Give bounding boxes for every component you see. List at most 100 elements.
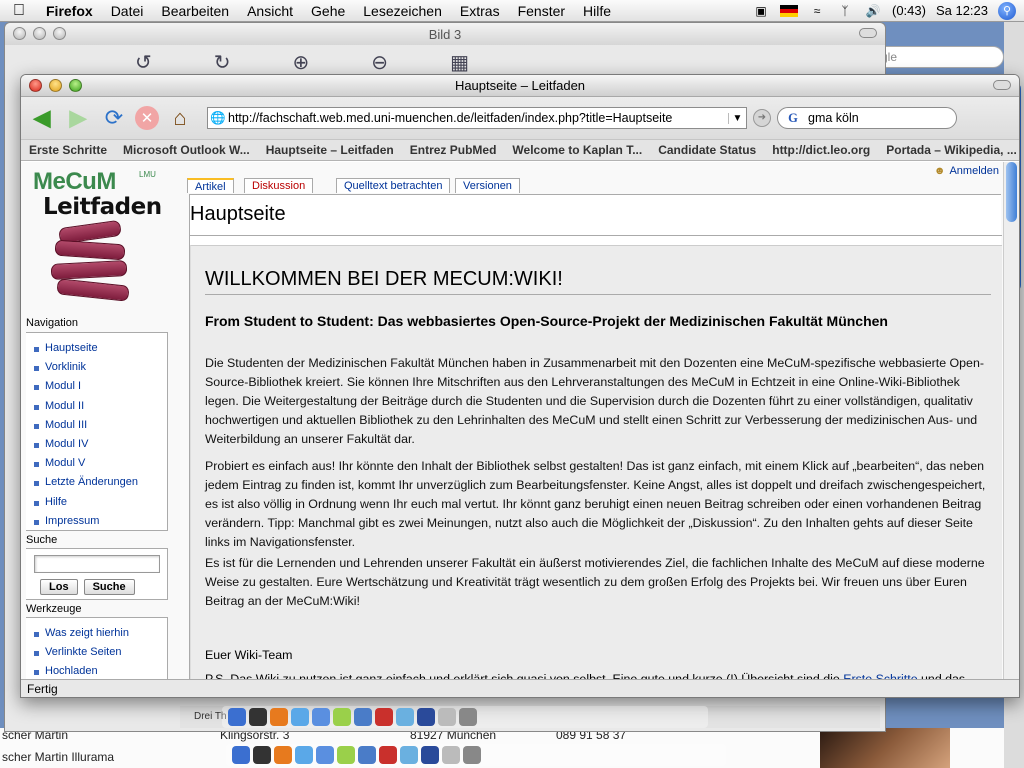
menu-ansicht[interactable]: Ansicht: [238, 3, 302, 19]
firefox-window: Hauptseite – Leitfaden ◀ ▶ ⟳ ✕ ⌂ 🌐 http:…: [20, 74, 1020, 698]
menu-lesezeichen[interactable]: Lesezeichen: [354, 3, 451, 19]
fulltext-search-button[interactable]: Suche: [83, 579, 135, 595]
toolbar-toggle-button[interactable]: [859, 28, 877, 38]
itunes-star-icon[interactable]: [417, 708, 435, 726]
home-button[interactable]: ⌂: [165, 103, 195, 133]
bluetooth-icon[interactable]: ᛉ: [836, 4, 854, 18]
search-bar[interactable]: G gma köln: [777, 107, 957, 129]
login-link[interactable]: ☻ Anmelden: [934, 165, 999, 177]
zoom-button[interactable]: [69, 79, 82, 92]
menu-hilfe[interactable]: Hilfe: [574, 3, 620, 19]
go-search-button[interactable]: Los: [40, 579, 78, 595]
address-bar[interactable]: 🌐 http://fachschaft.web.med.uni-muenchen…: [207, 107, 747, 129]
scrollbar-thumb[interactable]: [1006, 162, 1017, 222]
nav-link-impressum[interactable]: Impressum: [34, 512, 167, 531]
close-button[interactable]: [29, 79, 42, 92]
rotate-right-icon[interactable]: ↻: [214, 50, 231, 75]
german-flag-icon[interactable]: [779, 4, 798, 17]
trash-icon[interactable]: [459, 708, 477, 726]
mail-icon[interactable]: [312, 708, 330, 726]
itunes-icon[interactable]: [333, 708, 351, 726]
nav-link-hilfe[interactable]: Hilfe: [34, 493, 167, 512]
menu-app-firefox[interactable]: Firefox: [38, 3, 102, 19]
tab-article[interactable]: Artikel: [187, 178, 234, 193]
reload-button[interactable]: ⟳: [99, 103, 129, 133]
itunes-star-icon[interactable]: [421, 746, 439, 764]
bookmark-kaplan[interactable]: Welcome to Kaplan T...: [504, 143, 650, 157]
safari-icon[interactable]: [291, 708, 309, 726]
finder-icon[interactable]: [232, 746, 250, 764]
site-logo[interactable]: MeCuM LMU Leitfaden: [29, 168, 169, 308]
display-icon[interactable]: ▣: [752, 4, 770, 18]
back-button[interactable]: ◀: [27, 103, 57, 133]
search-engine-google-icon[interactable]: G: [778, 111, 808, 126]
volume-icon[interactable]: 🔊: [864, 4, 882, 18]
iphoto-icon[interactable]: [354, 708, 372, 726]
dashboard-icon[interactable]: [249, 708, 267, 726]
wiki-search-input[interactable]: [34, 555, 160, 573]
nav-link-vorklinik[interactable]: Vorklinik: [34, 358, 167, 377]
zoom-button[interactable]: [53, 27, 66, 40]
tab-history[interactable]: Versionen: [455, 178, 520, 193]
menu-gehe[interactable]: Gehe: [302, 3, 354, 19]
go-button[interactable]: ➜: [753, 109, 771, 127]
tab-discussion[interactable]: Diskussion: [244, 178, 314, 193]
firefox-icon[interactable]: [274, 746, 292, 764]
bookmark-candidate-status[interactable]: Candidate Status: [650, 143, 764, 157]
clock[interactable]: Sa 12:23: [936, 3, 988, 18]
battery-status[interactable]: (0:43): [892, 3, 926, 18]
rotate-left-icon[interactable]: ↺: [135, 50, 152, 75]
minimize-button[interactable]: [49, 79, 62, 92]
toolbar-toggle-button[interactable]: [993, 80, 1011, 90]
bookmark-dict-leo[interactable]: http://dict.leo.org: [764, 143, 878, 157]
calendar-icon[interactable]: [379, 746, 397, 764]
system-preferences-icon[interactable]: [442, 746, 460, 764]
calendar-icon[interactable]: [375, 708, 393, 726]
search-query[interactable]: gma köln: [808, 111, 859, 125]
nav-link-modul-3[interactable]: Modul III: [34, 416, 167, 435]
menu-fenster[interactable]: Fenster: [509, 3, 574, 19]
zoom-out-icon[interactable]: ⊖: [371, 50, 388, 75]
wifi-icon[interactable]: ≈: [808, 4, 826, 18]
bookmark-pubmed[interactable]: Entrez PubMed: [402, 143, 505, 157]
bookmark-hauptseite[interactable]: Hauptseite – Leitfaden: [258, 143, 402, 157]
menu-extras[interactable]: Extras: [451, 3, 509, 19]
bookmark-wikipedia[interactable]: Portada – Wikipedia, ...: [878, 143, 1019, 157]
system-preferences-icon[interactable]: [438, 708, 456, 726]
tool-link-related-changes[interactable]: Verlinkte Seiten: [34, 643, 167, 662]
minimize-button[interactable]: [33, 27, 46, 40]
url-history-dropdown-icon[interactable]: ▼: [728, 112, 746, 124]
menu-datei[interactable]: Datei: [102, 3, 153, 19]
spotlight-icon[interactable]: ⚲: [998, 1, 1016, 20]
safari-icon[interactable]: [295, 746, 313, 764]
nav-link-modul-4[interactable]: Modul IV: [34, 435, 167, 454]
zoom-in-icon[interactable]: ⊕: [293, 50, 310, 75]
nav-link-modul-1[interactable]: Modul I: [34, 377, 167, 396]
finder-icon[interactable]: [228, 708, 246, 726]
mail-icon[interactable]: [316, 746, 334, 764]
nav-link-modul-5[interactable]: Modul V: [34, 454, 167, 473]
bookmark-outlook[interactable]: Microsoft Outlook W...: [115, 143, 258, 157]
logo-lmu-text: LMU: [139, 170, 156, 179]
crop-icon[interactable]: ▦: [450, 50, 469, 75]
dashboard-icon[interactable]: [253, 746, 271, 764]
trash-icon[interactable]: [463, 746, 481, 764]
preview-icon[interactable]: [396, 708, 414, 726]
nav-link-modul-2[interactable]: Modul II: [34, 397, 167, 416]
menu-bearbeiten[interactable]: Bearbeiten: [152, 3, 238, 19]
bookmark-erste-schritte[interactable]: Erste Schritte: [21, 143, 115, 157]
close-button[interactable]: [13, 27, 26, 40]
firefox-icon[interactable]: [270, 708, 288, 726]
tool-link-whatlinkshere[interactable]: Was zeigt hierhin: [34, 624, 167, 643]
itunes-icon[interactable]: [337, 746, 355, 764]
stop-button[interactable]: ✕: [135, 106, 159, 130]
url-text[interactable]: http://fachschaft.web.med.uni-muenchen.d…: [228, 111, 728, 125]
nav-link-hauptseite[interactable]: Hauptseite: [34, 339, 167, 358]
apple-menu-icon[interactable]: : [0, 2, 38, 20]
iphoto-icon[interactable]: [358, 746, 376, 764]
tab-view-source[interactable]: Quelltext betrachten: [336, 178, 451, 193]
vertical-scrollbar[interactable]: [1003, 162, 1019, 681]
nav-link-recent-changes[interactable]: Letzte Änderungen: [34, 473, 167, 492]
preview-icon[interactable]: [400, 746, 418, 764]
forward-button[interactable]: ▶: [63, 103, 93, 133]
